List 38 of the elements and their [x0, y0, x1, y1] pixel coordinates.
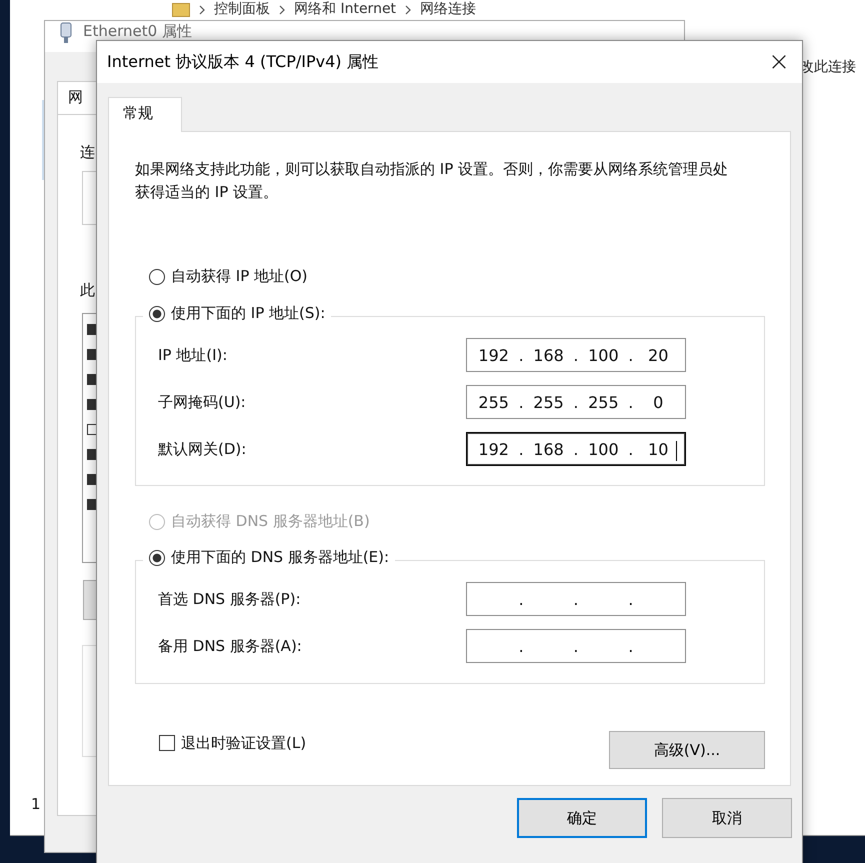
dialog-button[interactable]: 确定 — [517, 798, 647, 838]
radio-label: 使用下面的 DNS 服务器地址(E): — [171, 548, 390, 567]
chevron-icon — [278, 4, 286, 14]
radio-label: 自动获得 DNS 服务器地址(B) — [171, 512, 370, 531]
network-adapter-icon — [59, 22, 73, 44]
section-label: 连 — [80, 143, 95, 162]
ip-address-field[interactable]: . . . — [466, 582, 686, 616]
ip-address-field[interactable]: 255 . 255 . 255 . 0 — [466, 385, 686, 419]
field-label: IP 地址(I): — [158, 346, 228, 364]
window-title: Ethernet0 属性 — [83, 22, 192, 40]
field-label: 首选 DNS 服务器(P): — [158, 590, 301, 608]
radio-label: 使用下面的 IP 地址(S): — [171, 304, 326, 323]
radio-button[interactable] — [149, 306, 165, 322]
status-text: 1 — [31, 795, 41, 813]
dialog-button[interactable]: 取消 — [662, 798, 792, 838]
checkbox[interactable] — [159, 735, 175, 751]
advanced-button[interactable]: 高级(V)... — [609, 731, 765, 769]
breadcrumb-item[interactable]: 控制面板 — [214, 1, 270, 18]
ip-address-field[interactable]: . . . — [466, 629, 686, 663]
chevron-icon — [404, 4, 412, 14]
radio-button[interactable] — [149, 268, 165, 284]
field-label: 备用 DNS 服务器(A): — [158, 636, 302, 656]
window-title: Internet 协议版本 4 (TCP/IPv4) 属性 — [107, 52, 379, 72]
field-label: 子网掩码(U): — [158, 392, 246, 412]
breadcrumb-item[interactable]: 网络和 Internet — [294, 1, 396, 18]
section-label: 此 — [80, 281, 95, 300]
radio-label: 自动获得 IP 地址(O) — [171, 267, 308, 286]
radio-button[interactable] — [149, 550, 165, 566]
field-label: 默认网关(D): — [158, 440, 246, 458]
close-button[interactable]: × — [756, 41, 802, 83]
chevron-icon — [198, 4, 206, 14]
ip-address-field[interactable]: 192 . 168 . 100 . 20 — [466, 338, 686, 372]
tab[interactable]: 常规 — [108, 97, 182, 132]
checkbox-label: 退出时验证设置(L) — [181, 734, 306, 752]
ip-address-field[interactable]: 192 . 168 . 100 . 10 — [466, 432, 686, 466]
breadcrumb-item[interactable]: 网络连接 — [420, 1, 476, 18]
description-text: 如果网络支持此功能，则可以获取自动指派的 IP 设置。否则，你需要从网络系统管理员处获得适当的 IP 设置。 — [135, 159, 730, 203]
folder-icon — [172, 2, 190, 16]
